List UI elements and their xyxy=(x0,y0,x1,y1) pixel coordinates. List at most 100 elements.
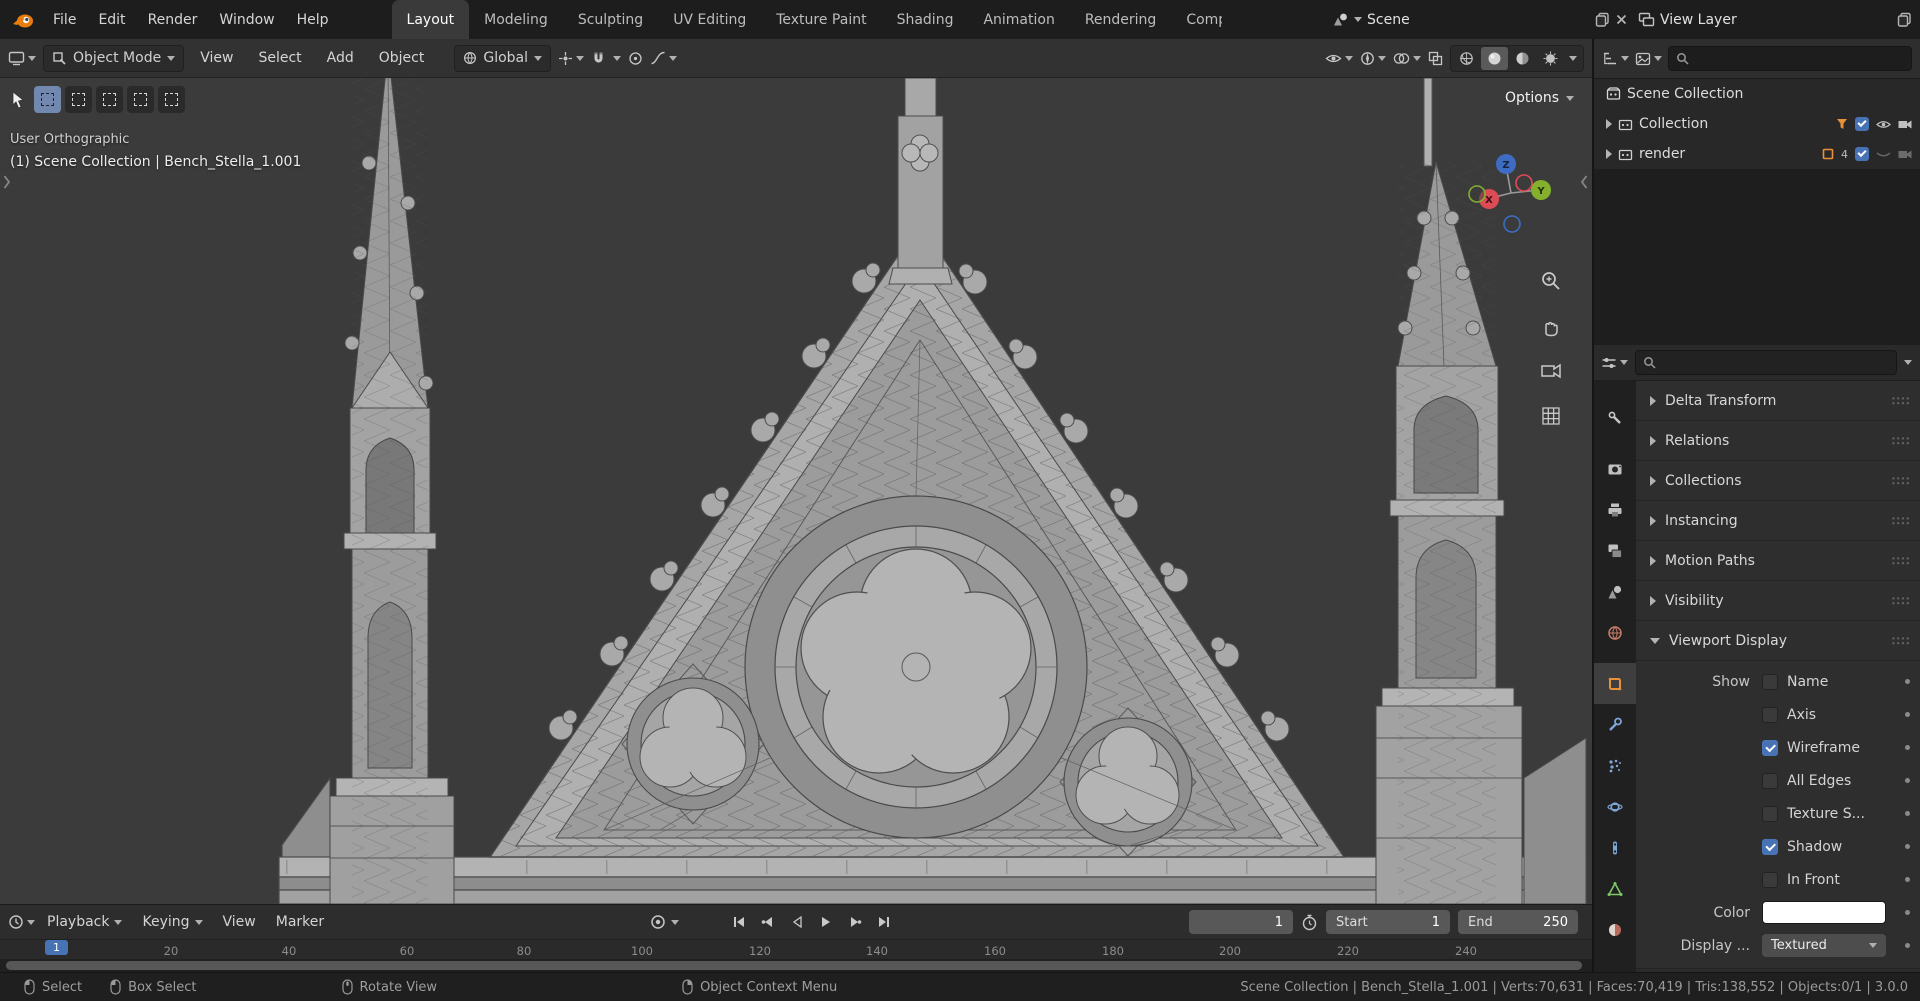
show-gizmo-icon[interactable] xyxy=(1360,51,1386,66)
animate-dot-icon[interactable] xyxy=(1905,679,1910,684)
animate-dot-icon[interactable] xyxy=(1905,811,1910,816)
panel-grip-icon[interactable] xyxy=(1891,636,1910,645)
timeline-ruler[interactable]: 1 20 40 60 80 100 120 140 160 180 200 22… xyxy=(0,939,1592,959)
scene-name[interactable]: Scene xyxy=(1367,12,1590,28)
options-dropdown[interactable]: Options xyxy=(1505,90,1574,106)
tab-output[interactable] xyxy=(1594,489,1636,530)
checkbox-axis[interactable] xyxy=(1762,706,1778,723)
filter-funnel-icon[interactable] xyxy=(1836,118,1848,130)
select-mode-invert-button[interactable] xyxy=(127,86,154,113)
start-frame-field[interactable]: Start 1 xyxy=(1326,910,1450,934)
panel-grip-icon[interactable] xyxy=(1891,596,1910,605)
menu-object[interactable]: Object xyxy=(370,46,434,70)
panel-grip-icon[interactable] xyxy=(1891,436,1910,445)
zoom-icon[interactable] xyxy=(1536,266,1566,296)
outliner-search-input[interactable] xyxy=(1668,46,1912,71)
outliner-row-collection[interactable]: Collection xyxy=(1594,109,1920,139)
collection-checkbox[interactable] xyxy=(1855,117,1869,131)
scene-dropdown-caret[interactable] xyxy=(1354,17,1362,22)
show-overlays-icon[interactable] xyxy=(1393,52,1421,65)
menu-select[interactable]: Select xyxy=(249,46,310,70)
tab-scene[interactable] xyxy=(1594,571,1636,612)
expand-arrow-icon[interactable] xyxy=(1606,149,1612,159)
expand-arrow-icon[interactable] xyxy=(1606,119,1612,129)
toggle-perspective-grid-icon[interactable] xyxy=(1536,401,1566,431)
menu-marker[interactable]: Marker xyxy=(268,910,332,934)
animate-dot-icon[interactable] xyxy=(1905,712,1910,717)
panel-delta-transform[interactable]: Delta Transform xyxy=(1636,381,1920,421)
editor-type-properties-icon[interactable] xyxy=(1601,356,1628,370)
panel-relations[interactable]: Relations xyxy=(1636,421,1920,461)
pivot-point-icon[interactable] xyxy=(558,51,585,66)
menu-timeline-view[interactable]: View xyxy=(215,910,264,934)
transform-orientation-selector[interactable]: Global xyxy=(454,44,552,72)
tab-physics[interactable] xyxy=(1594,786,1636,827)
checkbox-in-front[interactable] xyxy=(1762,871,1778,888)
checkbox-texture-space[interactable] xyxy=(1762,805,1778,822)
use-preview-range-icon[interactable] xyxy=(1301,914,1318,931)
panel-grip-icon[interactable] xyxy=(1891,396,1910,405)
shading-solid-icon[interactable] xyxy=(1481,46,1508,70)
hide-eye-closed-icon[interactable] xyxy=(1876,149,1891,160)
toolbar-expand-chevron[interactable] xyxy=(2,174,11,190)
view-layer-name[interactable]: View Layer xyxy=(1660,12,1892,28)
tab-modifiers[interactable] xyxy=(1594,704,1636,745)
checkbox-all-edges[interactable] xyxy=(1762,772,1778,789)
object-visibility-icon[interactable] xyxy=(1325,52,1353,65)
collection-checkbox[interactable] xyxy=(1855,147,1869,161)
properties-search-input[interactable] xyxy=(1635,350,1897,375)
panel-visibility[interactable]: Visibility xyxy=(1636,581,1920,621)
hide-eye-icon[interactable] xyxy=(1876,119,1891,130)
unlink-scene-icon[interactable] xyxy=(1615,13,1628,26)
animate-dot-icon[interactable] xyxy=(1905,943,1910,948)
select-mode-intersect-button[interactable] xyxy=(158,86,185,113)
panel-collections[interactable]: Collections xyxy=(1636,461,1920,501)
next-keyframe-button[interactable] xyxy=(842,910,868,934)
play-reverse-button[interactable] xyxy=(784,910,810,934)
jump-to-end-button[interactable] xyxy=(871,910,897,934)
tab-material[interactable] xyxy=(1594,909,1636,950)
tab-object[interactable] xyxy=(1594,663,1636,704)
snap-options-caret[interactable] xyxy=(613,55,622,61)
tab-sculpting[interactable]: Sculpting xyxy=(563,0,658,39)
tab-compositing[interactable]: Compositing xyxy=(1171,0,1221,39)
panel-grip-icon[interactable] xyxy=(1891,476,1910,485)
outliner-row-render[interactable]: render 4 xyxy=(1594,139,1920,169)
editor-type-outliner-icon[interactable] xyxy=(1602,51,1629,66)
tab-constraints[interactable] xyxy=(1594,827,1636,868)
tab-texture-paint[interactable]: Texture Paint xyxy=(761,0,881,39)
scene-icon[interactable] xyxy=(1332,12,1349,27)
view-layer-icon[interactable] xyxy=(1638,12,1655,27)
new-scene-icon[interactable] xyxy=(1595,12,1610,27)
tab-world[interactable] xyxy=(1594,612,1636,653)
new-view-layer-icon[interactable] xyxy=(1897,12,1912,27)
panel-grip-icon[interactable] xyxy=(1891,516,1910,525)
display-as-dropdown[interactable]: Textured xyxy=(1762,934,1886,957)
animate-dot-icon[interactable] xyxy=(1905,778,1910,783)
tab-modeling[interactable]: Modeling xyxy=(469,0,563,39)
auto-keying-toggle[interactable] xyxy=(650,910,679,934)
tab-rendering[interactable]: Rendering xyxy=(1070,0,1172,39)
menu-keying[interactable]: Keying xyxy=(134,910,210,934)
animate-dot-icon[interactable] xyxy=(1905,877,1910,882)
panel-instancing[interactable]: Instancing xyxy=(1636,501,1920,541)
tab-view-layer[interactable] xyxy=(1594,530,1636,571)
menu-edit[interactable]: Edit xyxy=(87,7,136,33)
proportional-falloff-icon[interactable] xyxy=(650,51,678,65)
editor-type-3d-viewport-icon[interactable] xyxy=(8,51,36,66)
tab-render[interactable] xyxy=(1594,448,1636,489)
shading-material-icon[interactable] xyxy=(1509,47,1536,70)
prev-keyframe-button[interactable] xyxy=(755,910,781,934)
animate-dot-icon[interactable] xyxy=(1905,910,1910,915)
pan-hand-icon[interactable] xyxy=(1536,311,1566,341)
disable-render-camera-icon[interactable] xyxy=(1898,119,1912,130)
panel-motion-paths[interactable]: Motion Paths xyxy=(1636,541,1920,581)
menu-help[interactable]: Help xyxy=(286,7,340,33)
tab-object-data[interactable] xyxy=(1594,868,1636,909)
disable-render-camera-icon[interactable] xyxy=(1898,149,1912,160)
tab-shading[interactable]: Shading xyxy=(882,0,969,39)
play-button[interactable] xyxy=(813,910,839,934)
menu-render[interactable]: Render xyxy=(137,7,209,33)
tab-uv-editing[interactable]: UV Editing xyxy=(658,0,761,39)
current-frame-field[interactable]: 1 xyxy=(1189,910,1293,934)
